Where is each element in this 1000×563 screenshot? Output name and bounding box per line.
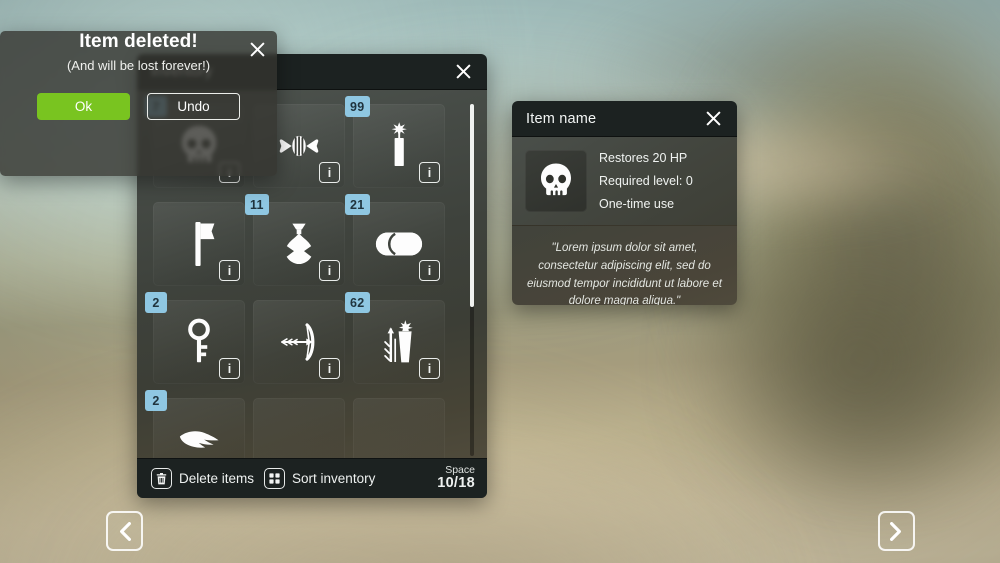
item-detail-close-icon[interactable] — [701, 107, 725, 131]
inventory-slot[interactable]: i — [253, 300, 345, 384]
item-info-button[interactable]: i — [319, 358, 340, 379]
item-detail-window: Item name Restores 20 HP Required level: … — [512, 101, 737, 305]
item-deleted-dialog: Item deleted! (And will be lost forever!… — [0, 31, 277, 176]
previous-page-button[interactable] — [106, 511, 143, 551]
dialog-title: Item deleted! — [79, 31, 198, 52]
item-detail-header: Item name — [512, 101, 737, 137]
item-info-button[interactable]: i — [419, 162, 440, 183]
sort-inventory-button[interactable]: Sort inventory — [264, 468, 375, 489]
item-count-badge: 2 — [145, 292, 167, 313]
inventory-slot[interactable]: 11 i — [245, 194, 345, 286]
inventory-footer: Delete items Sort inventory Space 10/18 — [137, 458, 487, 498]
dialog-actions: Ok Undo — [0, 93, 277, 120]
chevron-left-icon — [118, 521, 131, 541]
inventory-scrollbar-track[interactable] — [470, 104, 474, 456]
inventory-slot[interactable]: i — [153, 202, 245, 286]
item-detail-title: Item name — [526, 110, 597, 127]
inventory-slot[interactable]: 21 i — [345, 194, 445, 286]
inventory-slot[interactable]: 99 i — [345, 96, 445, 188]
item-thumbnail — [525, 150, 587, 212]
item-stats-list: Restores 20 HP Required level: 0 One-time … — [599, 150, 693, 212]
inventory-close-icon[interactable] — [451, 60, 475, 84]
inventory-slot[interactable]: 62 i — [345, 292, 445, 384]
delete-items-label: Delete items — [179, 471, 255, 486]
item-info-button[interactable]: i — [219, 358, 240, 379]
dialog-close-icon[interactable] — [245, 37, 269, 61]
inventory-slot[interactable] — [353, 398, 445, 458]
item-info-button[interactable]: i — [319, 260, 340, 281]
inventory-slot[interactable]: 2i — [145, 292, 245, 384]
item-count-badge: 62 — [345, 292, 370, 313]
item-stat-line: Restores 20 HP — [599, 151, 688, 165]
item-count-badge: 2 — [145, 390, 167, 411]
item-detail-summary: Restores 20 HP Required level: 0 One-time … — [512, 137, 737, 225]
inventory-slot[interactable]: 2 — [145, 390, 245, 458]
sort-inventory-label: Sort inventory — [292, 471, 376, 486]
item-info-button[interactable]: i — [419, 358, 440, 379]
dialog-subtitle: (And will be lost forever!) — [66, 58, 211, 73]
item-info-button[interactable]: i — [319, 162, 340, 183]
chevron-right-icon — [890, 521, 903, 541]
next-page-button[interactable] — [878, 511, 915, 551]
game-screen: Inventory 7ii99ii11i21i2ii62i2 — [0, 0, 1000, 563]
item-description: "Lorem ipsum dolor sit amet, consectetur… — [512, 225, 737, 305]
inventory-scrollbar-thumb[interactable] — [470, 104, 474, 307]
grid-icon — [264, 468, 286, 489]
space-counter: Space 10/18 — [437, 464, 475, 492]
item-stat-line: Required level: 0 — [599, 174, 693, 188]
ok-button[interactable]: Ok — [37, 93, 130, 120]
space-value: 10/18 — [437, 475, 475, 492]
inventory-slot[interactable] — [253, 398, 345, 458]
item-info-button[interactable]: i — [219, 260, 240, 281]
item-count-badge: 99 — [345, 96, 370, 117]
item-count-badge: 11 — [245, 194, 269, 215]
item-count-badge: 21 — [345, 194, 370, 215]
undo-button[interactable]: Undo — [147, 93, 240, 120]
item-info-button[interactable]: i — [419, 260, 440, 281]
trash-icon — [151, 468, 172, 489]
item-stat-line: One-time use — [599, 197, 675, 211]
delete-items-button[interactable]: Delete items — [151, 468, 254, 489]
